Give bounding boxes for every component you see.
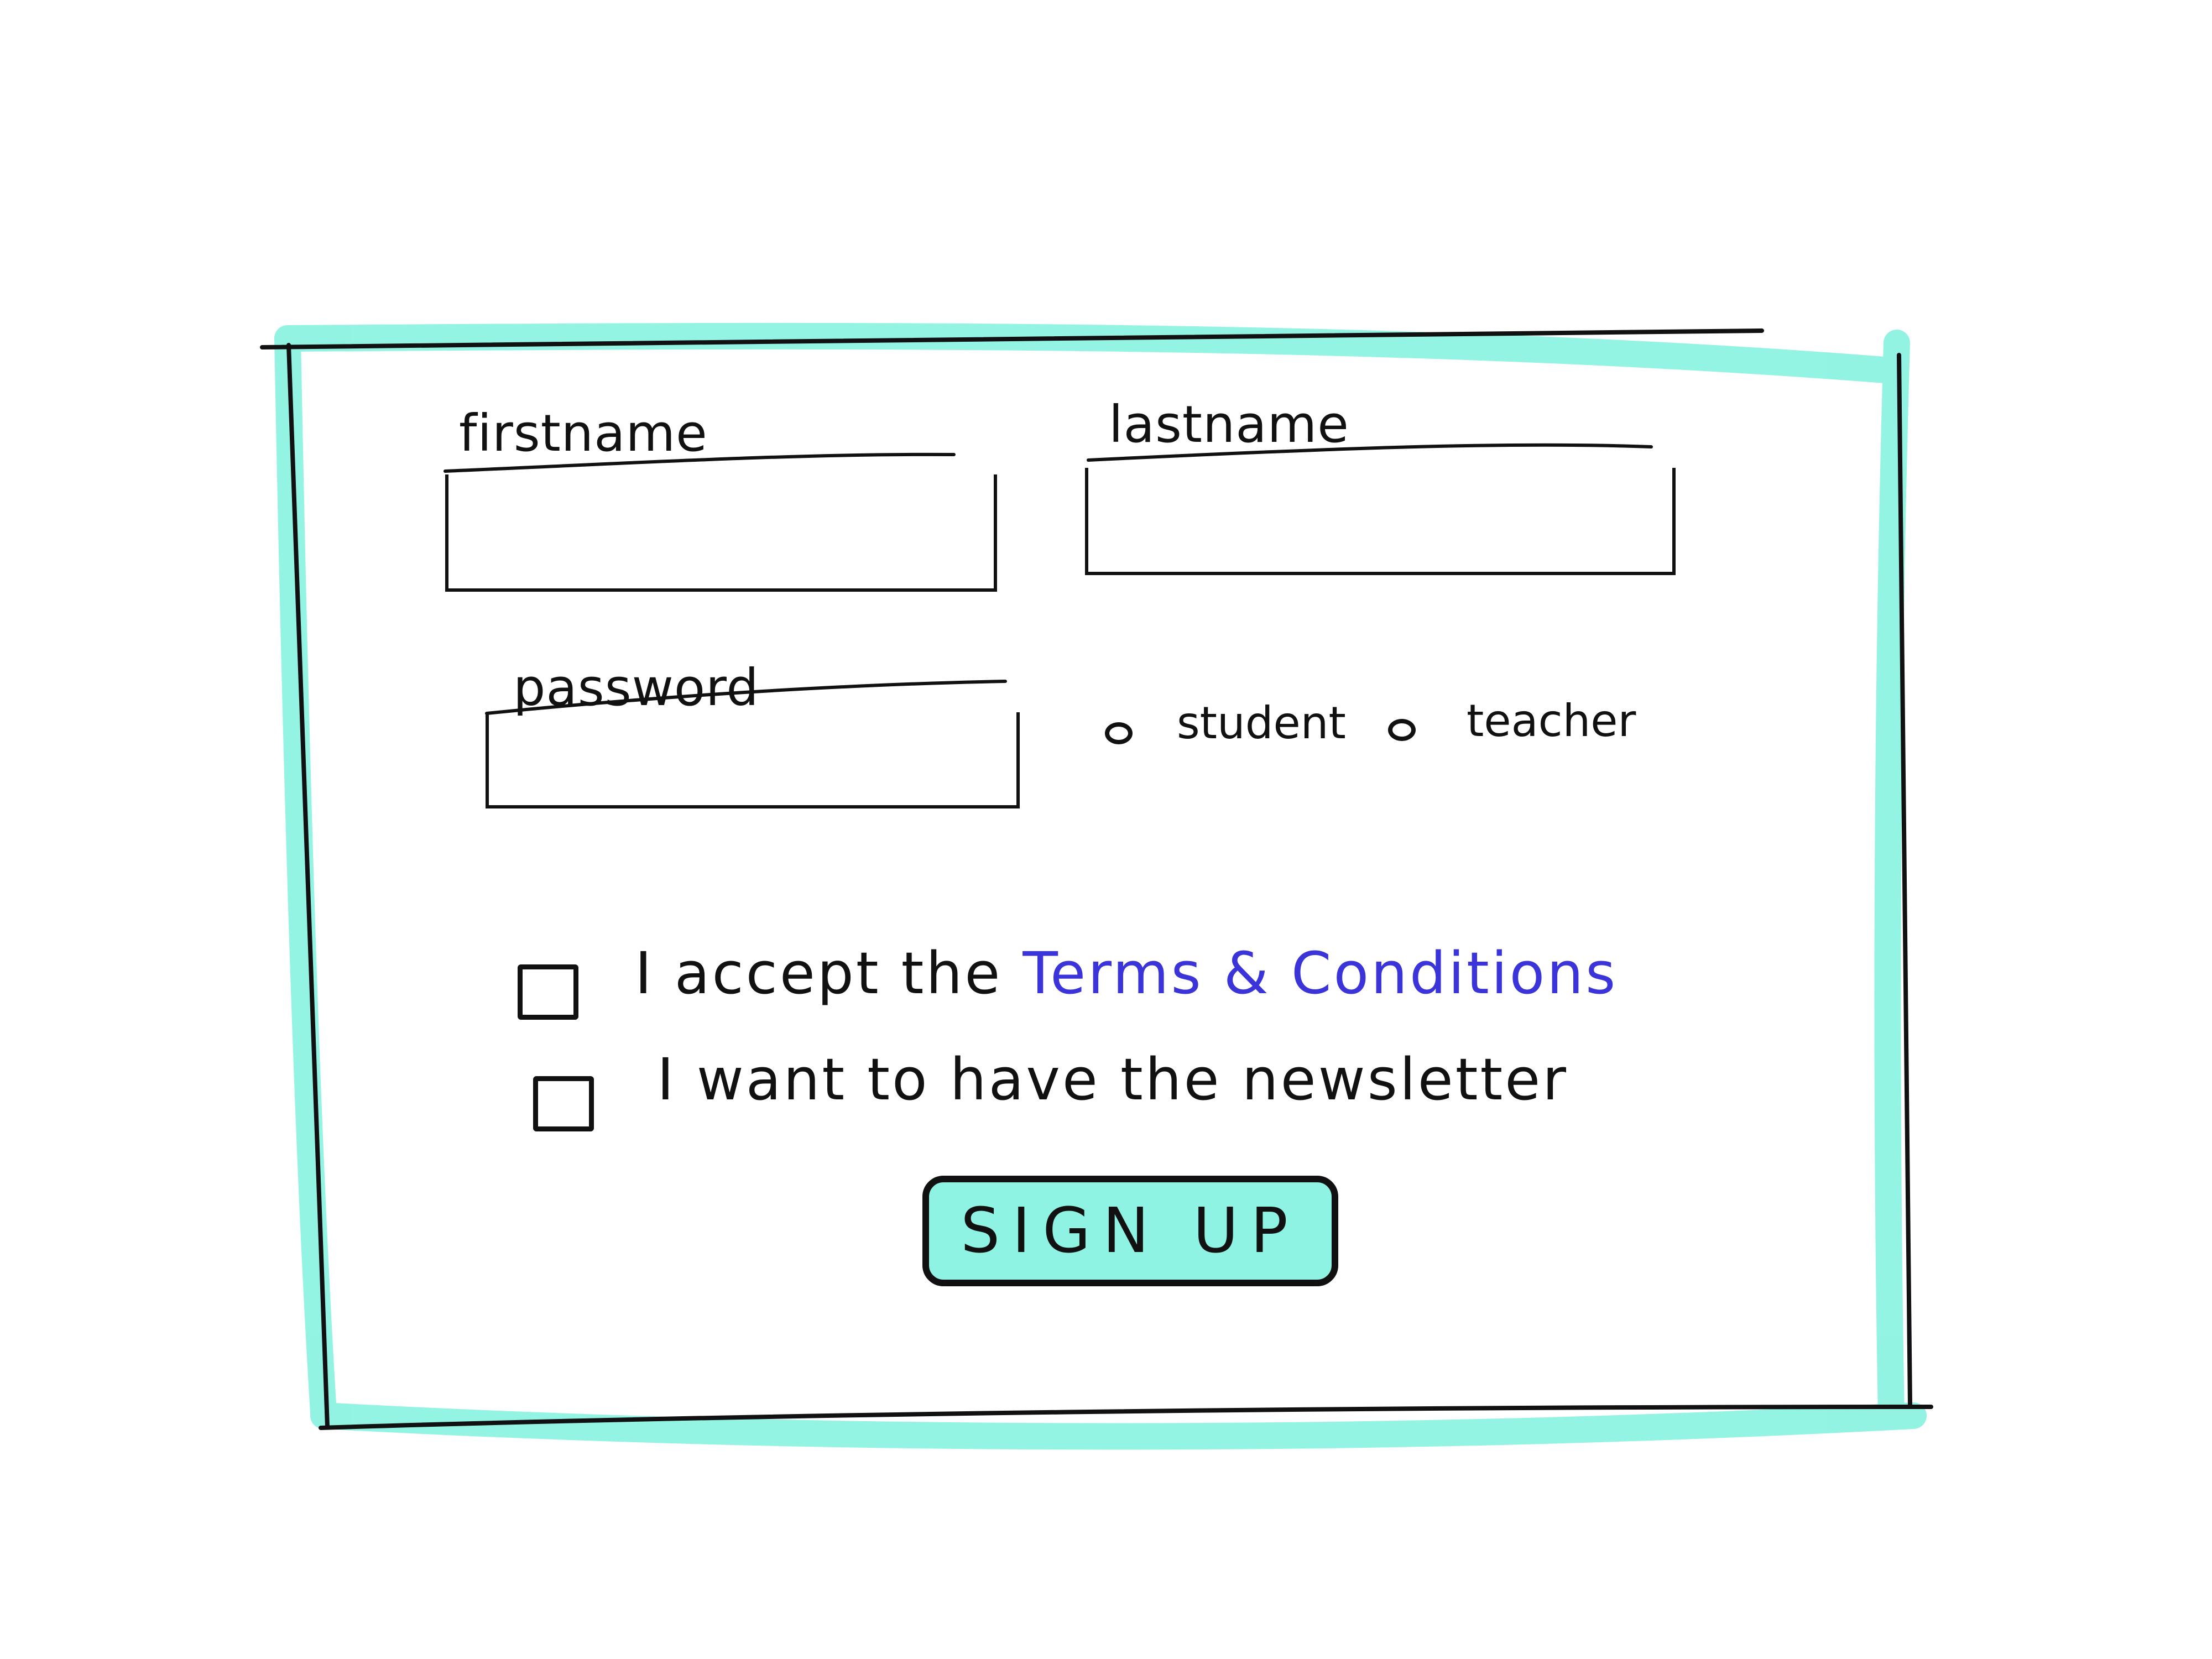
newsletter-checkbox[interactable] bbox=[533, 1076, 594, 1131]
teacher-label: teacher bbox=[1467, 695, 1636, 747]
sign-up-button[interactable]: SIGN UP bbox=[922, 1176, 1338, 1286]
terms-prefix: I accept the bbox=[635, 940, 1003, 1007]
student-radio[interactable] bbox=[1105, 722, 1133, 744]
password-label: password bbox=[513, 658, 759, 717]
teacher-radio[interactable] bbox=[1388, 719, 1416, 741]
firstname-input[interactable] bbox=[445, 474, 997, 592]
lastname-label: lastname bbox=[1109, 395, 1349, 454]
lastname-input[interactable] bbox=[1085, 468, 1676, 575]
terms-text: I accept the Terms & Conditions bbox=[635, 945, 1618, 1002]
terms-link[interactable]: Terms & Conditions bbox=[1022, 940, 1618, 1007]
firstname-label: firstname bbox=[459, 404, 708, 463]
terms-checkbox[interactable] bbox=[518, 964, 578, 1020]
student-label: student bbox=[1177, 697, 1346, 749]
password-input[interactable] bbox=[486, 712, 1020, 808]
newsletter-label: I want to have the newsletter bbox=[657, 1046, 1569, 1113]
window-frame-sketch bbox=[260, 322, 1933, 1450]
